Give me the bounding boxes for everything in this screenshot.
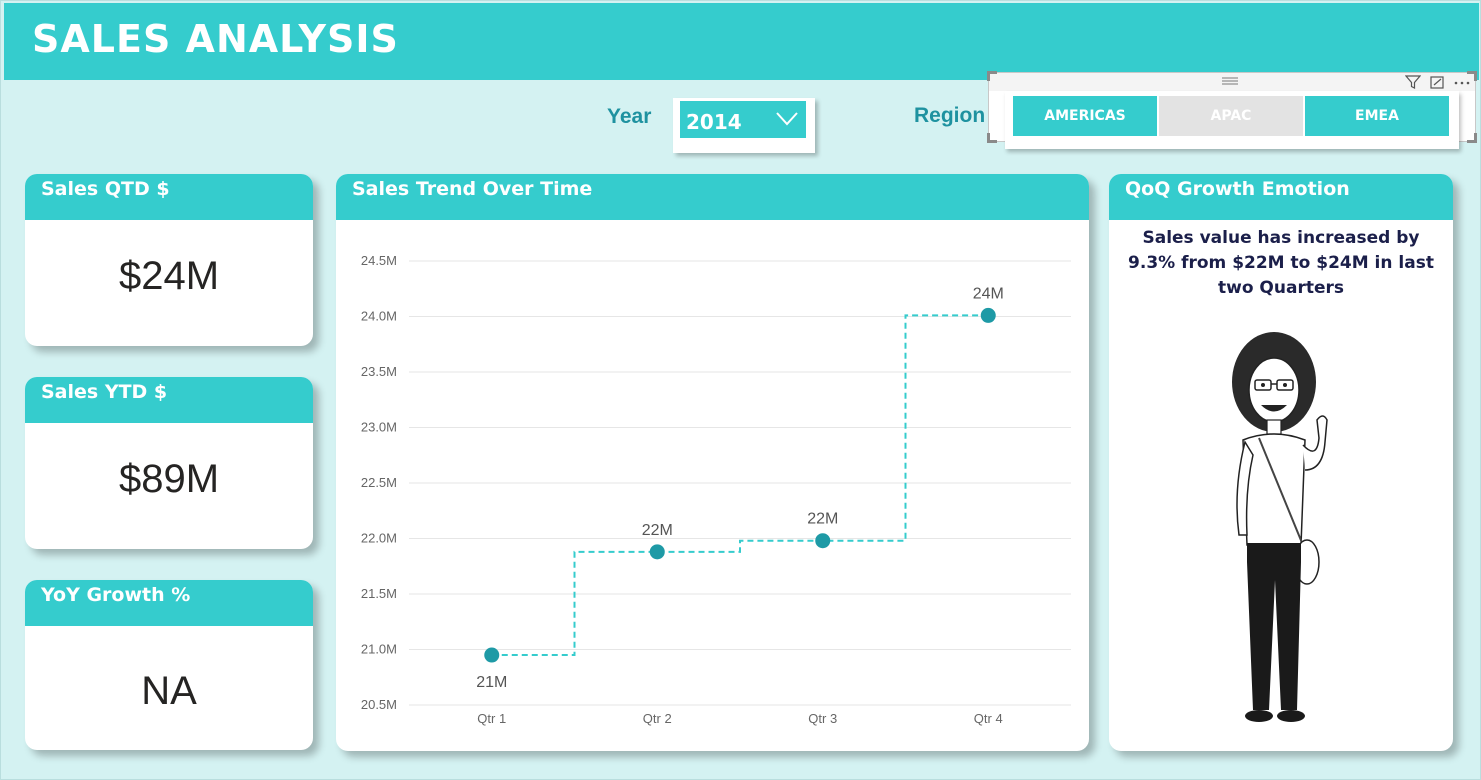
y-tick-label: 20.5M: [361, 697, 397, 712]
emotion-card-title: QoQ Growth Emotion: [1109, 174, 1453, 220]
kpi-card-sales-ytd: Sales YTD $ $89M: [25, 377, 313, 549]
region-button-apac[interactable]: APAC: [1159, 96, 1303, 136]
kpi-value: $89M: [118, 457, 220, 501]
region-label: Region: [914, 104, 986, 127]
data-label: 22M: [807, 511, 838, 528]
x-tick-label: Qtr 2: [643, 711, 672, 726]
data-point: [484, 647, 500, 663]
data-point: [980, 307, 996, 323]
drag-handle-icon[interactable]: [1222, 76, 1238, 86]
chevron-down-icon[interactable]: [776, 112, 798, 126]
x-tick-label: Qtr 3: [808, 711, 837, 726]
x-tick-label: Qtr 1: [477, 711, 506, 726]
resize-handle[interactable]: [1467, 71, 1477, 81]
series-line: [491, 314, 989, 657]
year-selected-value: 2014: [686, 110, 742, 134]
qoq-emotion-card: QoQ Growth Emotion Sales value has incre…: [1109, 174, 1453, 751]
kpi-card-title: Sales QTD $: [25, 174, 313, 220]
woman-character-illustration: [1232, 332, 1328, 722]
page-title: SALES ANALYSIS: [32, 17, 399, 61]
region-button-group: AMERICAS APAC EMEA: [1005, 91, 1459, 149]
data-label: 24M: [973, 285, 1004, 302]
y-tick-label: 22.5M: [361, 475, 397, 490]
emotion-message: Sales value has increased by 9.3% from $…: [1128, 228, 1434, 298]
year-select[interactable]: 2014: [680, 101, 806, 138]
resize-handle[interactable]: [1467, 133, 1477, 143]
kpi-value: NA: [141, 669, 197, 713]
y-tick-label: 23.0M: [361, 420, 397, 435]
focus-mode-icon[interactable]: [1429, 74, 1445, 90]
data-label: 22M: [642, 522, 673, 539]
chart-title: Sales Trend Over Time: [336, 174, 1089, 220]
data-label: 21M: [476, 674, 507, 691]
sales-trend-chart[interactable]: 20.5M 21.0M 21.5M 22.0M 22.5M 23.0M 23.5M 24.0M…: [336, 220, 1089, 751]
y-tick-label: 22.0M: [361, 531, 397, 546]
kpi-card-title: YoY Growth %: [25, 580, 313, 626]
year-dropdown[interactable]: 2014: [673, 98, 815, 153]
header-bar: SALES ANALYSIS: [4, 3, 1479, 80]
region-button-emea[interactable]: EMEA: [1305, 96, 1449, 136]
year-label: Year: [607, 105, 652, 128]
kpi-card-sales-qtd: Sales QTD $ $24M: [25, 174, 313, 346]
y-tick-label: 21.5M: [361, 586, 397, 601]
sales-trend-card: Sales Trend Over Time 20.5M 21.0M 21.5M 22.…: [336, 174, 1089, 751]
data-point: [649, 544, 665, 560]
kpi-value: $24M: [118, 254, 220, 298]
kpi-card-title: Sales YTD $: [25, 377, 313, 423]
data-point: [815, 533, 831, 549]
filter-icon[interactable]: [1405, 74, 1421, 90]
region-button-americas[interactable]: AMERICAS: [1013, 96, 1157, 136]
slicer-header-bar: [989, 73, 1475, 91]
y-tick-label: 23.5M: [361, 364, 397, 379]
resize-handle[interactable]: [987, 133, 997, 143]
region-slicer: AMERICAS APAC EMEA: [987, 71, 1477, 149]
x-tick-label: Qtr 4: [974, 711, 1003, 726]
resize-handle[interactable]: [987, 71, 997, 81]
kpi-card-yoy-growth: YoY Growth % NA: [25, 580, 313, 750]
y-tick-label: 24.0M: [361, 309, 397, 324]
y-tick-label: 21.0M: [361, 642, 397, 657]
y-tick-label: 24.5M: [361, 253, 397, 268]
